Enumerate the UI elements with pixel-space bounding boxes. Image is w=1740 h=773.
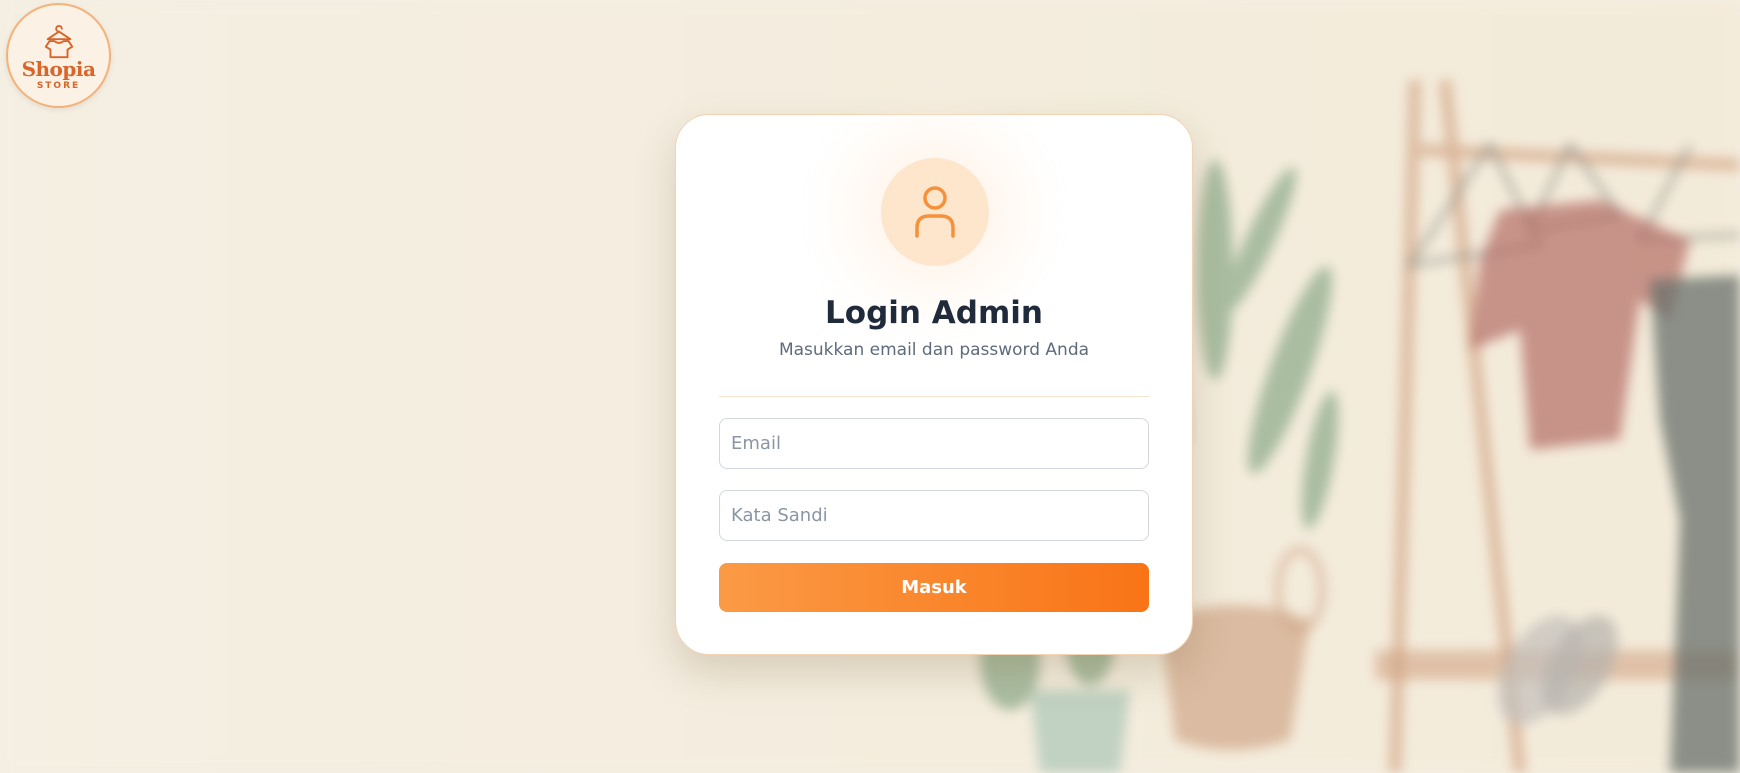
page-subtitle: Masukkan email dan password Anda <box>778 340 1090 360</box>
user-icon <box>915 186 955 238</box>
page-title: Login Admin <box>825 295 1043 331</box>
login-button[interactable]: Masuk <box>719 563 1149 612</box>
logo-name: Shopia <box>21 57 96 81</box>
login-card: Login Admin Masukkan email dan password … <box>675 114 1193 655</box>
hanger-shirt-icon <box>44 24 73 59</box>
email-field[interactable] <box>719 418 1149 469</box>
logo-subtitle: STORE <box>36 81 81 91</box>
avatar <box>881 158 989 266</box>
divider <box>719 396 1149 397</box>
password-field[interactable] <box>719 490 1149 541</box>
shopia-logo[interactable]: Shopia STORE <box>6 3 111 108</box>
login-page: Shopia STORE Login Admin Masukkan email … <box>0 0 1740 773</box>
